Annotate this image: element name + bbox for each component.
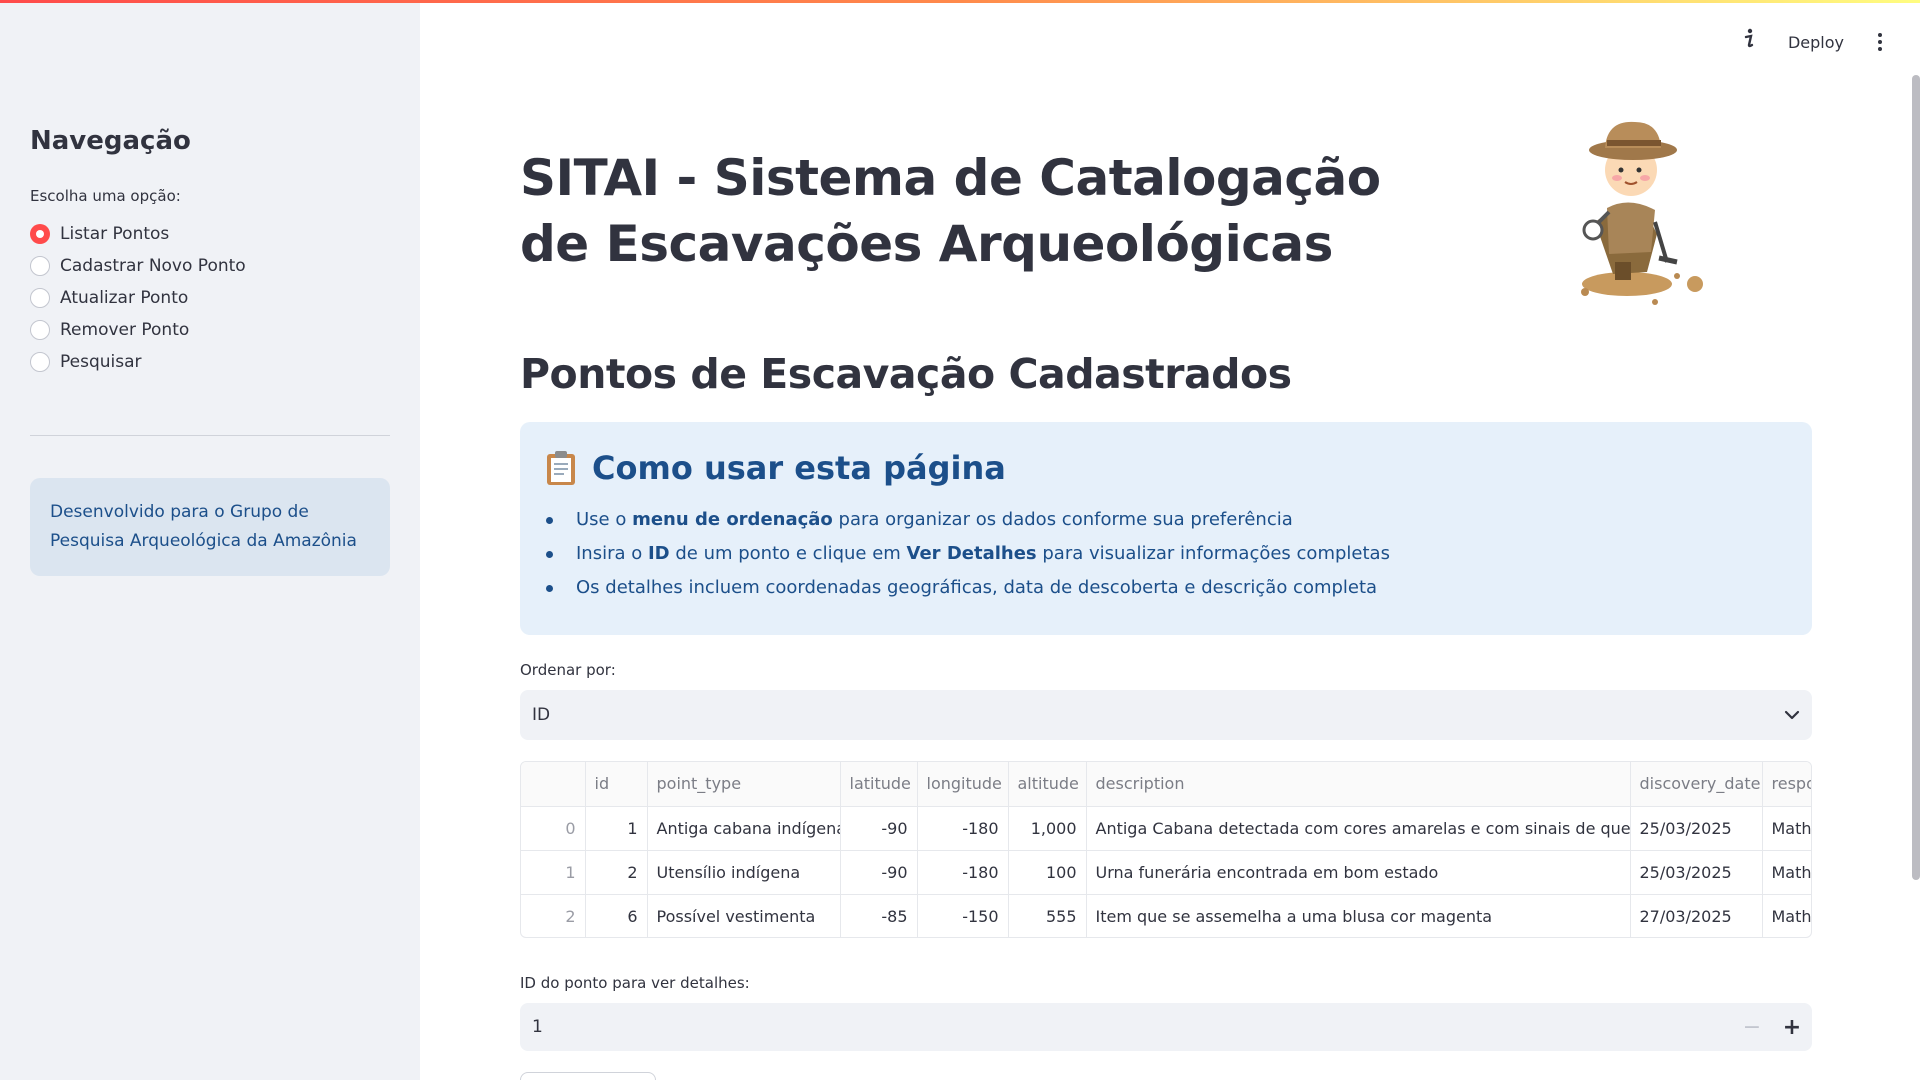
table-cell: 555: [1008, 894, 1087, 937]
sidebar-title: Navegação: [30, 126, 191, 156]
table-row[interactable]: 0 1 Antiga cabana indígena -90 -180 1,00…: [521, 806, 1811, 851]
table-cell: Math: [1762, 894, 1811, 937]
column-header[interactable]: longitude: [917, 762, 1009, 807]
help-item: Insira o ID de um ponto e clique em Ver …: [546, 537, 1786, 571]
table-cell: 100: [1008, 850, 1087, 895]
order-select[interactable]: ID: [520, 690, 1812, 740]
detail-id-value[interactable]: 1: [520, 1017, 1732, 1037]
table-cell: 6: [585, 894, 648, 937]
table-cell: 1,000: [1008, 806, 1087, 851]
help-item: Use o menu de ordenação para organizar o…: [546, 503, 1786, 537]
table-cell: Math: [1762, 850, 1811, 895]
radio-pesquisar[interactable]: Pesquisar: [30, 346, 246, 378]
table-cell: -90: [840, 806, 918, 851]
radio-group-label: Escolha uma opção:: [30, 187, 181, 205]
archaeologist-illustration: [1555, 112, 1715, 316]
header-actions: Deploy: [1738, 28, 1890, 56]
radio-atualizar-ponto[interactable]: Atualizar Ponto: [30, 282, 246, 314]
detail-id-label: ID do ponto para ver detalhes:: [520, 974, 750, 992]
table-cell: -150: [917, 894, 1009, 937]
column-header[interactable]: description: [1086, 762, 1631, 807]
help-item: Os detalhes incluem coordenadas geográfi…: [546, 571, 1786, 605]
table-cell: -85: [840, 894, 918, 937]
table-cell: -180: [917, 850, 1009, 895]
table-cell: Antiga Cabana detectada com cores amarel…: [1086, 806, 1631, 851]
table-row[interactable]: 1 2 Utensílio indígena -90 -180 100 Urna…: [521, 850, 1811, 895]
table-cell: Item que se assemelha a uma blusa cor ma…: [1086, 894, 1631, 937]
table-cell: -90: [840, 850, 918, 895]
table-cell: 0: [521, 806, 586, 851]
radio-selected-icon: [30, 224, 50, 244]
increment-icon[interactable]: +: [1772, 1015, 1812, 1040]
column-header[interactable]: latitude: [840, 762, 918, 807]
help-heading-text: Como usar esta página: [592, 449, 1006, 487]
radio-label: Cadastrar Novo Ponto: [60, 256, 246, 276]
section-title: Pontos de Escavação Cadastrados: [520, 350, 1292, 398]
help-heading: Como usar esta página: [546, 449, 1786, 487]
column-header[interactable]: id: [585, 762, 648, 807]
table-cell: Urna funerária encontrada em bom estado: [1086, 850, 1631, 895]
radio-label: Pesquisar: [60, 352, 142, 372]
order-select-label: Ordenar por:: [520, 661, 616, 679]
column-header[interactable]: respo: [1762, 762, 1811, 807]
clipboard-icon: [546, 450, 576, 486]
table-header-row: id point_type latitude longitude altitud…: [521, 762, 1811, 807]
table-cell: 1: [521, 850, 586, 895]
column-header[interactable]: altitude: [1008, 762, 1087, 807]
table-cell: 1: [585, 806, 648, 851]
radio-label: Atualizar Ponto: [60, 288, 189, 308]
table-cell: Math: [1762, 806, 1811, 851]
detail-id-number-input[interactable]: 1 − +: [520, 1003, 1812, 1051]
view-details-button[interactable]: [520, 1072, 656, 1080]
sidebar: Navegação Escolha uma opção: Listar Pont…: [0, 0, 420, 1080]
chevron-down-icon: [1784, 705, 1800, 725]
radio-unselected-icon: [30, 320, 50, 340]
radio-cadastrar-novo-ponto[interactable]: Cadastrar Novo Ponto: [30, 250, 246, 282]
radio-listar-pontos[interactable]: Listar Pontos: [30, 218, 246, 250]
radio-label: Remover Ponto: [60, 320, 190, 340]
kebab-menu-icon[interactable]: [1870, 29, 1890, 55]
table-row[interactable]: 2 6 Possível vestimenta -85 -150 555 Ite…: [521, 894, 1811, 937]
table-cell: 25/03/2025: [1630, 806, 1763, 851]
help-list: Use o menu de ordenação para organizar o…: [546, 503, 1786, 605]
table-cell: Possível vestimenta: [647, 894, 841, 937]
table-cell: 27/03/2025: [1630, 894, 1763, 937]
scrollbar[interactable]: [1912, 75, 1920, 880]
column-header[interactable]: point_type: [647, 762, 841, 807]
table-cell: Utensílio indígena: [647, 850, 841, 895]
table-cell: Antiga cabana indígena: [647, 806, 841, 851]
page-title: SITAI - Sistema de Catalogação de Escava…: [520, 149, 1381, 273]
table-cell: 2: [585, 850, 648, 895]
radio-remover-ponto[interactable]: Remover Ponto: [30, 314, 246, 346]
column-header[interactable]: discovery_date: [1630, 762, 1763, 807]
radio-unselected-icon: [30, 256, 50, 276]
table-cell: 2: [521, 894, 586, 937]
deploy-button[interactable]: Deploy: [1788, 33, 1844, 52]
radio-label: Listar Pontos: [60, 224, 170, 244]
sidebar-info-box: Desenvolvido para o Grupo de Pesquisa Ar…: [30, 478, 390, 576]
points-table[interactable]: id point_type latitude longitude altitud…: [520, 761, 1812, 938]
column-header[interactable]: [521, 762, 586, 807]
navigation-radio-group: Listar Pontos Cadastrar Novo Ponto Atual…: [30, 218, 246, 378]
table-cell: 25/03/2025: [1630, 850, 1763, 895]
order-select-value: ID: [532, 705, 551, 725]
sidebar-divider: [30, 435, 390, 436]
decrement-icon[interactable]: −: [1732, 1015, 1772, 1040]
table-cell: -180: [917, 806, 1009, 851]
radio-unselected-icon: [30, 288, 50, 308]
info-icon[interactable]: [1738, 28, 1762, 56]
help-info-box: Como usar esta página Use o menu de orde…: [520, 422, 1812, 635]
top-decoration-stripe: [0, 0, 1920, 3]
radio-unselected-icon: [30, 352, 50, 372]
